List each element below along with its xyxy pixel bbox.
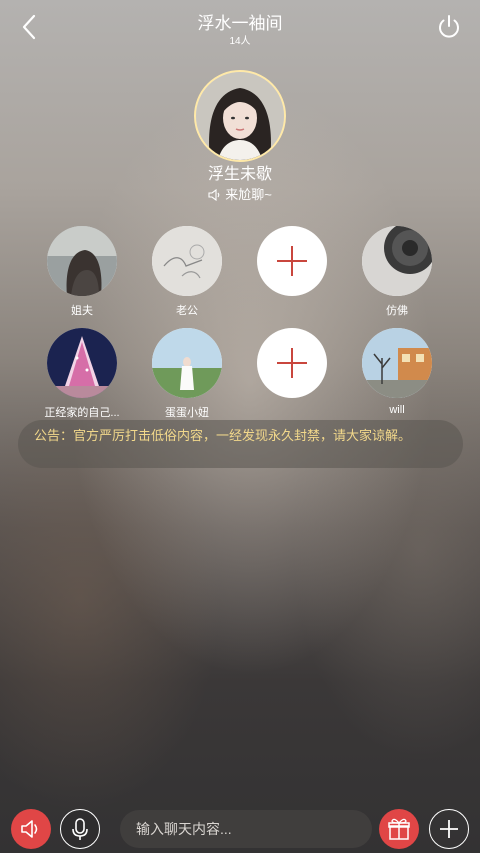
plus-icon <box>277 348 307 378</box>
host-avatar[interactable] <box>194 70 286 162</box>
room-title: 浮水一袖间 <box>197 14 283 33</box>
host-status-text: 来尬聊~ <box>225 187 272 202</box>
header: 浮水一袖间 14人 <box>0 0 480 52</box>
seat-avatar[interactable] <box>362 328 432 398</box>
seat-7[interactable] <box>237 328 347 404</box>
seat-name: 蛋蛋小妞 <box>165 407 209 419</box>
seat-avatar[interactable] <box>362 226 432 296</box>
power-icon <box>439 15 459 38</box>
seat-avatar[interactable] <box>47 328 117 398</box>
seat-5[interactable]: 正经家的自己... <box>27 328 137 420</box>
seat-1[interactable]: 姐夫 <box>27 226 137 318</box>
seat-8[interactable]: will <box>342 328 452 416</box>
host-name: 浮生未歇 <box>207 166 272 183</box>
empty-seat[interactable] <box>257 226 327 296</box>
exit-button[interactable] <box>434 12 464 42</box>
seat-4[interactable]: 仿佛 <box>342 226 452 318</box>
seat-avatar[interactable] <box>152 226 222 296</box>
seat-name: 姐夫 <box>71 305 93 317</box>
speaker-icon <box>208 188 220 202</box>
more-button[interactable] <box>429 809 469 849</box>
gift-icon <box>388 818 410 840</box>
microphone-button[interactable] <box>60 809 100 849</box>
bottom-bar <box>0 806 480 853</box>
gift-button[interactable] <box>379 809 419 849</box>
seat-avatar[interactable] <box>47 226 117 296</box>
host-status: 来尬聊~ <box>0 184 480 203</box>
chat-input[interactable] <box>120 810 372 848</box>
plus-icon <box>440 820 458 838</box>
seat-3[interactable] <box>237 226 347 302</box>
seat-name: 老公 <box>176 305 198 317</box>
seat-2[interactable]: 老公 <box>132 226 242 318</box>
announcement-banner: 公告：官方严厉打击低俗内容，一经发现永久封禁，请大家谅解。 <box>18 420 463 468</box>
empty-seat[interactable] <box>257 328 327 398</box>
speaker-icon <box>21 820 38 838</box>
seat-avatar[interactable] <box>152 328 222 398</box>
seat-6[interactable]: 蛋蛋小妞 <box>132 328 242 420</box>
seat-name: 仿佛 <box>386 305 408 317</box>
speaker-toggle-button[interactable] <box>11 809 51 849</box>
seat-name: will <box>389 404 405 416</box>
microphone-icon <box>72 818 88 840</box>
plus-icon <box>277 246 307 276</box>
seat-name: 正经家的自己... <box>44 407 120 419</box>
member-count: 14人 <box>229 36 251 47</box>
